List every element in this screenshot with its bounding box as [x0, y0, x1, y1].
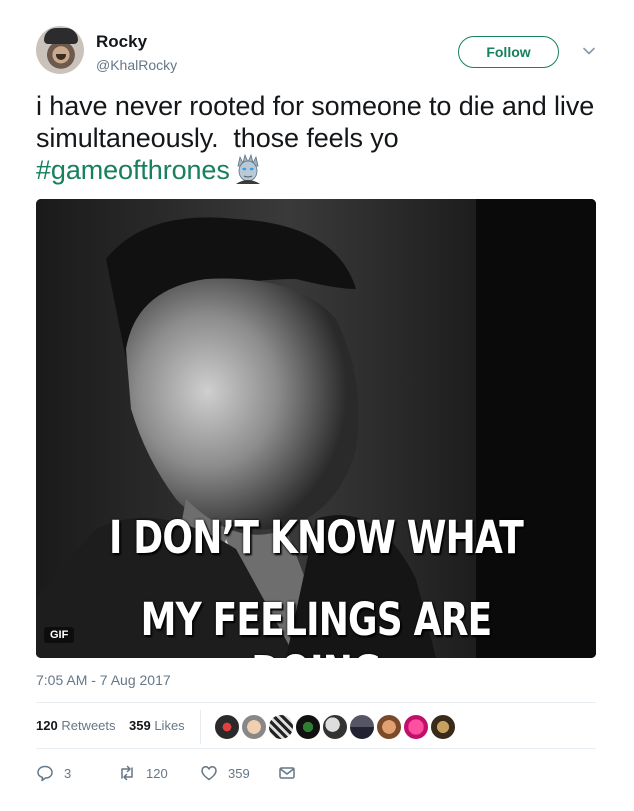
like-button[interactable]: 359 — [200, 762, 250, 784]
tweet-stats: 120 Retweets 359 Likes — [36, 710, 596, 744]
reply-count: 3 — [64, 765, 72, 781]
likes-stat[interactable]: 359 Likes — [129, 718, 185, 733]
gif-media[interactable]: I DON’T KNOW WHAT MY FEELINGS ARE DOING … — [36, 199, 596, 658]
retweets-label: Retweets — [61, 718, 116, 733]
liker-avatar[interactable] — [349, 714, 375, 740]
night-king-emoji-icon — [235, 154, 260, 184]
hashtag-link[interactable]: #gameofthrones — [36, 155, 230, 185]
liker-avatar[interactable] — [295, 714, 321, 740]
tweet-header: Rocky @KhalRocky Follow — [36, 26, 606, 78]
retweets-stat[interactable]: 120 Retweets — [36, 718, 116, 733]
user-name[interactable]: Rocky — [96, 32, 147, 52]
tweet-body: i have never rooted for someone to die a… — [36, 91, 602, 153]
gif-caption-line-2: MY FEELINGS ARE DOING — [140, 593, 493, 658]
stats-separator — [200, 710, 201, 744]
retweet-icon — [121, 765, 133, 781]
gif-caption-line-1: I DON’T KNOW WHAT — [108, 511, 524, 564]
follow-button[interactable]: Follow — [458, 36, 559, 68]
reply-button[interactable]: 3 — [36, 762, 71, 784]
tweet-text: i have never rooted for someone to die a… — [36, 90, 596, 186]
envelope-icon — [279, 767, 295, 779]
direct-message-button[interactable] — [278, 762, 306, 784]
user-avatar[interactable] — [36, 26, 84, 74]
retweet-button[interactable]: 120 — [118, 762, 168, 784]
tweet-timestamp[interactable]: 7:05 AM - 7 Aug 2017 — [36, 672, 171, 688]
liker-avatar[interactable] — [322, 714, 348, 740]
tweet-actions: 3 120 359 — [36, 762, 596, 784]
gif-frame-image — [36, 199, 596, 658]
retweet-count: 120 — [146, 765, 168, 781]
chevron-down-icon[interactable] — [580, 42, 598, 60]
liker-avatar[interactable] — [214, 714, 240, 740]
liker-avatar[interactable] — [403, 714, 429, 740]
heart-icon — [201, 766, 217, 781]
like-count: 359 — [228, 765, 250, 781]
likes-label: Likes — [154, 718, 185, 733]
divider-top — [36, 702, 596, 703]
likes-count: 359 — [129, 718, 151, 733]
gif-badge: GIF — [44, 627, 75, 643]
liker-avatar[interactable] — [268, 714, 294, 740]
reply-icon — [37, 765, 53, 782]
divider-bottom — [36, 748, 596, 749]
retweets-count: 120 — [36, 718, 58, 733]
user-handle[interactable]: @KhalRocky — [96, 57, 177, 73]
liker-avatar[interactable] — [241, 714, 267, 740]
liker-avatar[interactable] — [430, 714, 456, 740]
liker-avatar[interactable] — [376, 714, 402, 740]
